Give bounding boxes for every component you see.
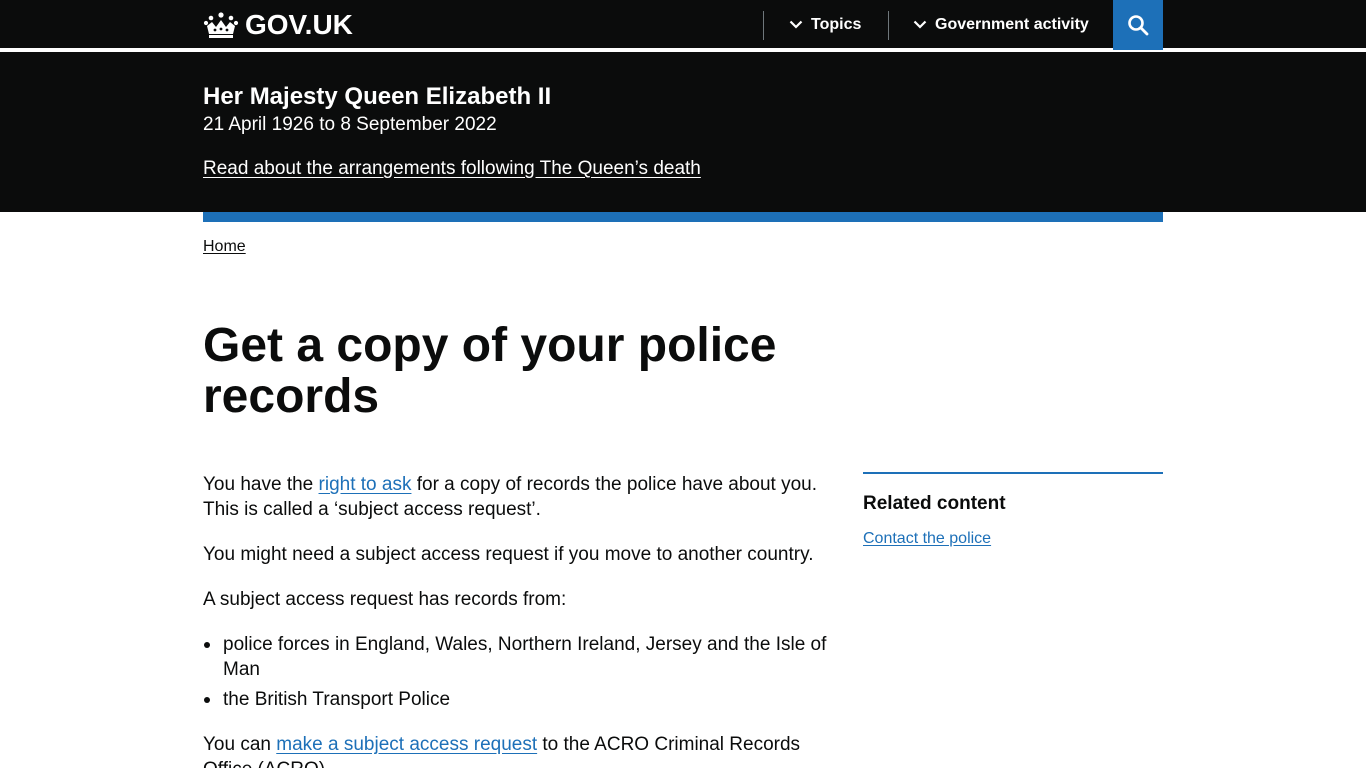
chevron-down-icon bbox=[913, 20, 927, 29]
right-to-ask-link[interactable]: right to ask bbox=[319, 474, 412, 495]
contact-the-police-link[interactable]: Contact the police bbox=[863, 529, 991, 549]
nav-separator bbox=[763, 11, 764, 40]
nav-topics-label: Topics bbox=[811, 16, 862, 33]
nav-separator bbox=[888, 11, 889, 40]
banner-arrangements-link[interactable]: Read about the arrangements following Th… bbox=[203, 157, 701, 181]
govuk-logo-link[interactable]: GOV.UK bbox=[203, 9, 353, 41]
paragraph: A subject access request has records fro… bbox=[203, 589, 567, 610]
paragraph: You can make a subject access request to… bbox=[203, 732, 828, 768]
blue-header-strip bbox=[203, 212, 1163, 222]
site-header: GOV.UK Topics Government activity bbox=[0, 0, 1366, 50]
list-item: police forces in England, Wales, Norther… bbox=[203, 632, 828, 682]
breadcrumb-home-link[interactable]: Home bbox=[203, 237, 246, 257]
logo-text: GOV.UK bbox=[245, 9, 353, 40]
banner-title: Her Majesty Queen Elizabeth II bbox=[203, 83, 552, 110]
related-content-heading: Related content bbox=[863, 493, 1006, 514]
page-title: Get a copy of your police records bbox=[203, 319, 777, 423]
paragraph: You might need a subject access request … bbox=[203, 544, 814, 565]
records-list: police forces in England, Wales, Norther… bbox=[203, 632, 828, 712]
related-content-panel: Related content Contact the police bbox=[863, 472, 1163, 549]
list-item: the British Transport Police bbox=[203, 687, 828, 712]
paragraph-text: You can bbox=[203, 734, 277, 755]
memorial-banner: Her Majesty Queen Elizabeth II 21 April … bbox=[0, 52, 1366, 212]
search-button[interactable] bbox=[1113, 0, 1163, 50]
paragraph-text: You have the bbox=[203, 474, 319, 495]
search-icon bbox=[1128, 15, 1149, 36]
nav-topics-button[interactable]: Topics bbox=[789, 0, 861, 50]
chevron-down-icon bbox=[789, 20, 803, 29]
intro-paragraph: You have the right to ask for a copy of … bbox=[203, 472, 828, 522]
nav-government-activity-button[interactable]: Government activity bbox=[913, 0, 1089, 50]
main-content: You have the right to ask for a copy of … bbox=[203, 472, 828, 768]
make-subject-access-request-link[interactable]: make a subject access request bbox=[276, 734, 537, 755]
nav-government-activity-label: Government activity bbox=[935, 16, 1089, 33]
crown-icon bbox=[203, 12, 239, 38]
banner-dates: 21 April 1926 to 8 September 2022 bbox=[203, 114, 497, 135]
